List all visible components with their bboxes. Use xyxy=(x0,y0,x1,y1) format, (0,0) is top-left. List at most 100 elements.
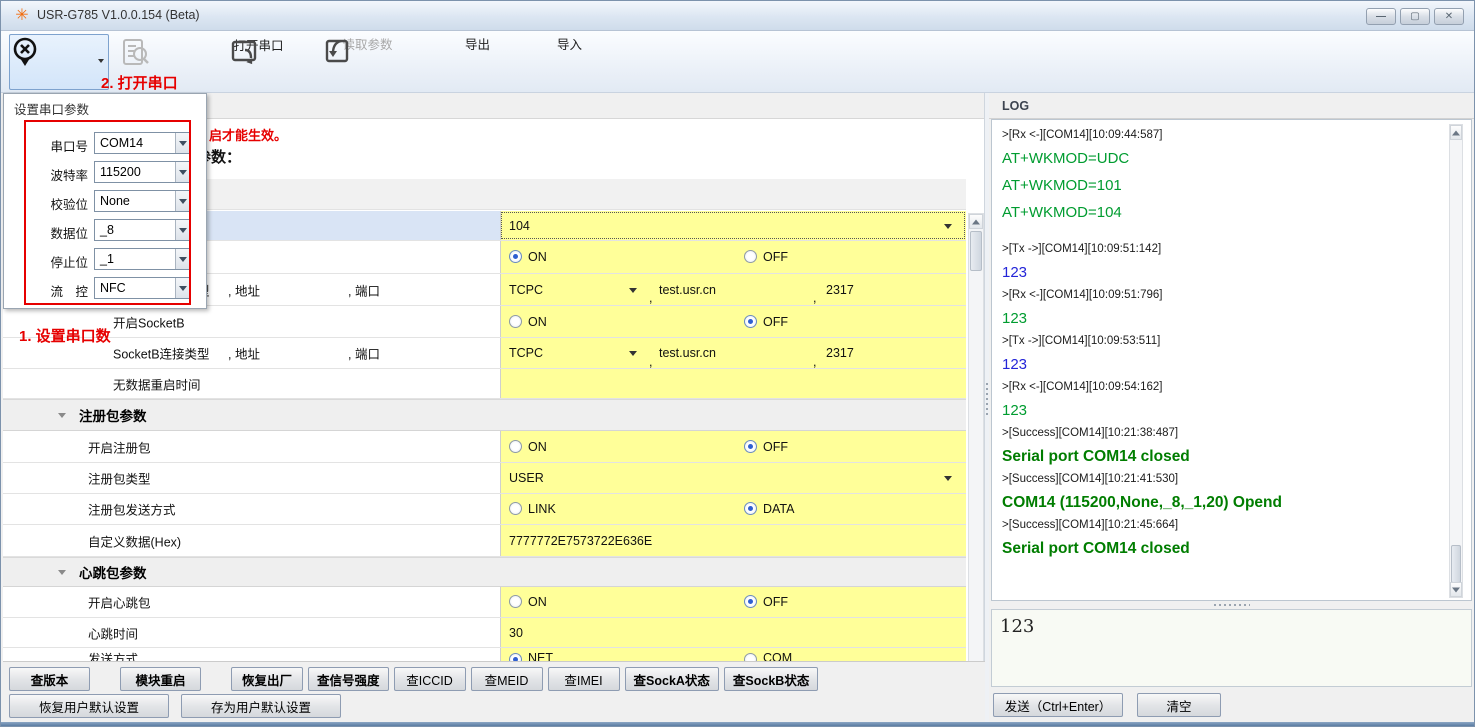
reg-enable-value: ON OFF xyxy=(500,431,966,462)
chevron-down-icon xyxy=(179,170,187,175)
no-data-restart-field[interactable] xyxy=(500,369,966,398)
workmode-value: 104 xyxy=(509,219,530,233)
row-reg-custom-data[interactable]: 自定义数据(Hex) 7777772E7573722E636E xyxy=(3,525,966,557)
dropdown-button[interactable] xyxy=(175,133,190,153)
row-hb-send-mode[interactable]: 发送方式 NET COM xyxy=(3,648,966,661)
row-reg-type[interactable]: 注册包类型 USER xyxy=(3,463,966,494)
socketa-off-radio[interactable] xyxy=(744,250,757,263)
section-register-packet[interactable]: 注册包参数 xyxy=(3,399,966,431)
socketa-on-radio[interactable] xyxy=(509,250,522,263)
scrollbar-thumb[interactable] xyxy=(1451,545,1461,583)
app-window: ✳ USR-G785 V1.0.0.154 (Beta) — ▢ ✕ 打开串口 xyxy=(0,0,1475,727)
socketb-type-dropdown[interactable]: TCPC xyxy=(509,346,543,360)
reg-link-radio[interactable] xyxy=(509,502,522,515)
log-line: AT+WKMOD=104 xyxy=(1002,199,1451,226)
query-button[interactable]: 查MEID xyxy=(471,667,543,691)
export-button[interactable]: 导出 xyxy=(229,34,301,90)
row-hb-enable[interactable]: 开启心跳包 ON OFF xyxy=(3,587,966,618)
title-bar: ✳ USR-G785 V1.0.0.154 (Beta) — ▢ ✕ xyxy=(1,1,1474,31)
splitter-grip-icon xyxy=(986,383,988,417)
log-scrollbar[interactable] xyxy=(1449,124,1463,598)
row-socketb-enable[interactable]: 开启SocketB ON OFF xyxy=(3,306,966,338)
socketb-off-radio[interactable] xyxy=(744,315,757,328)
section-heartbeat[interactable]: 心跳包参数 xyxy=(3,557,966,587)
defaults-button[interactable]: 存为用户默认设置 xyxy=(181,694,341,718)
log-line: 123 xyxy=(1002,305,1451,332)
row-socketb-conn[interactable]: SocketB连接类型 , 地址 , 端口 TCPC , test.usr.cn… xyxy=(3,338,966,369)
hb-on-radio[interactable] xyxy=(509,595,522,608)
hb-time-field[interactable]: 30 xyxy=(500,618,966,647)
row-reg-enable[interactable]: 开启注册包 ON OFF xyxy=(3,431,966,463)
scroll-down-icon[interactable] xyxy=(1450,582,1462,597)
close-button[interactable]: ✕ xyxy=(1434,8,1464,25)
clear-button[interactable]: 清空 xyxy=(1137,693,1221,717)
log-output[interactable]: >[Rx <-][COM14][10:09:44:587]AT+WKMOD=UD… xyxy=(991,119,1472,601)
query-button[interactable]: 模块重启 xyxy=(120,667,201,691)
collapse-arrow-icon[interactable] xyxy=(58,413,66,418)
dropdown-button[interactable] xyxy=(175,220,190,240)
socketa-addr-field[interactable]: test.usr.cn xyxy=(659,283,716,297)
log-line: >[Success][COM14][10:21:38:487] xyxy=(1002,424,1451,443)
field-dropdown[interactable]: _8 xyxy=(94,219,191,241)
reg-on-radio[interactable] xyxy=(509,440,522,453)
send-input[interactable] xyxy=(991,609,1472,687)
scrollbar-thumb[interactable] xyxy=(970,231,982,271)
query-button[interactable]: 查版本 xyxy=(9,667,90,691)
chevron-down-icon xyxy=(179,286,187,291)
row-reg-send-mode[interactable]: 注册包发送方式 LINK DATA xyxy=(3,494,966,525)
socketb-addr-field[interactable]: test.usr.cn xyxy=(659,346,716,360)
log-splitter[interactable] xyxy=(991,601,1472,609)
query-button[interactable]: 查信号强度 xyxy=(308,667,389,691)
table-scrollbar[interactable] xyxy=(968,213,984,727)
socketb-on-radio[interactable] xyxy=(509,315,522,328)
hb-off-radio[interactable] xyxy=(744,595,757,608)
log-line: 123 xyxy=(1002,259,1451,286)
row-hb-time[interactable]: 心跳时间 30 xyxy=(3,618,966,648)
row-no-data-restart[interactable]: 无数据重启时间 xyxy=(3,369,966,399)
field-dropdown[interactable]: NFC xyxy=(94,277,191,299)
dropdown-button[interactable] xyxy=(175,249,190,269)
hb-com-radio[interactable] xyxy=(744,653,757,662)
field-dropdown[interactable]: COM14 xyxy=(94,132,191,154)
send-button[interactable]: 发送（Ctrl+Enter） xyxy=(993,693,1123,717)
field-dropdown[interactable]: 115200 xyxy=(94,161,191,183)
query-button[interactable]: 恢复出厂 xyxy=(231,667,303,691)
defaults-button[interactable]: 恢复用户默认设置 xyxy=(9,694,169,718)
log-line: >[Success][COM14][10:21:45:664] xyxy=(1002,516,1451,535)
field-dropdown[interactable]: _1 xyxy=(94,248,191,270)
socketa-type-dropdown[interactable]: TCPC xyxy=(509,283,543,297)
log-line: >[Rx <-][COM14][10:09:54:162] xyxy=(1002,378,1451,397)
hb-send-label-cell: 发送方式 xyxy=(3,648,500,661)
query-button[interactable]: 查SockB状态 xyxy=(724,667,818,691)
hb-net-radio[interactable] xyxy=(509,653,522,662)
chevron-down-icon xyxy=(179,257,187,262)
workmode-dropdown[interactable]: 104 xyxy=(500,211,966,240)
serial-settings-popup: 设置串口参数 串口号 COM14 波特率 115200 xyxy=(3,93,207,309)
collapse-arrow-icon[interactable] xyxy=(58,570,66,575)
open-serial-button[interactable]: 打开串口 xyxy=(9,34,109,90)
log-title: LOG xyxy=(1002,99,1029,113)
reg-data-radio[interactable] xyxy=(744,502,757,515)
socketa-port-field[interactable]: 2317 xyxy=(826,283,854,297)
socketa-conn-value: TCPC , test.usr.cn , 2317 xyxy=(500,274,966,305)
import-button[interactable]: 导入 xyxy=(321,34,393,90)
query-button[interactable]: 查SockA状态 xyxy=(625,667,719,691)
chevron-down-icon xyxy=(629,351,637,356)
field-dropdown[interactable]: None xyxy=(94,190,191,212)
reg-custom-data-field[interactable]: 7777772E7573722E636E xyxy=(500,525,966,556)
query-button[interactable]: 查ICCID xyxy=(394,667,466,691)
dropdown-button[interactable] xyxy=(175,191,190,211)
splitter-grip-icon xyxy=(1214,604,1250,606)
dropdown-button[interactable] xyxy=(175,162,190,182)
reg-type-dropdown[interactable]: USER xyxy=(500,463,966,493)
chevron-down-icon xyxy=(944,224,952,229)
open-serial-dropdown-icon[interactable] xyxy=(98,59,104,63)
socketb-port-field[interactable]: 2317 xyxy=(826,346,854,360)
query-button[interactable]: 查IMEI xyxy=(548,667,620,691)
scroll-up-icon[interactable] xyxy=(969,214,983,229)
scroll-up-icon[interactable] xyxy=(1450,125,1462,140)
reg-off-radio[interactable] xyxy=(744,440,757,453)
maximize-button[interactable]: ▢ xyxy=(1400,8,1430,25)
minimize-button[interactable]: — xyxy=(1366,8,1396,25)
dropdown-button[interactable] xyxy=(175,278,190,298)
